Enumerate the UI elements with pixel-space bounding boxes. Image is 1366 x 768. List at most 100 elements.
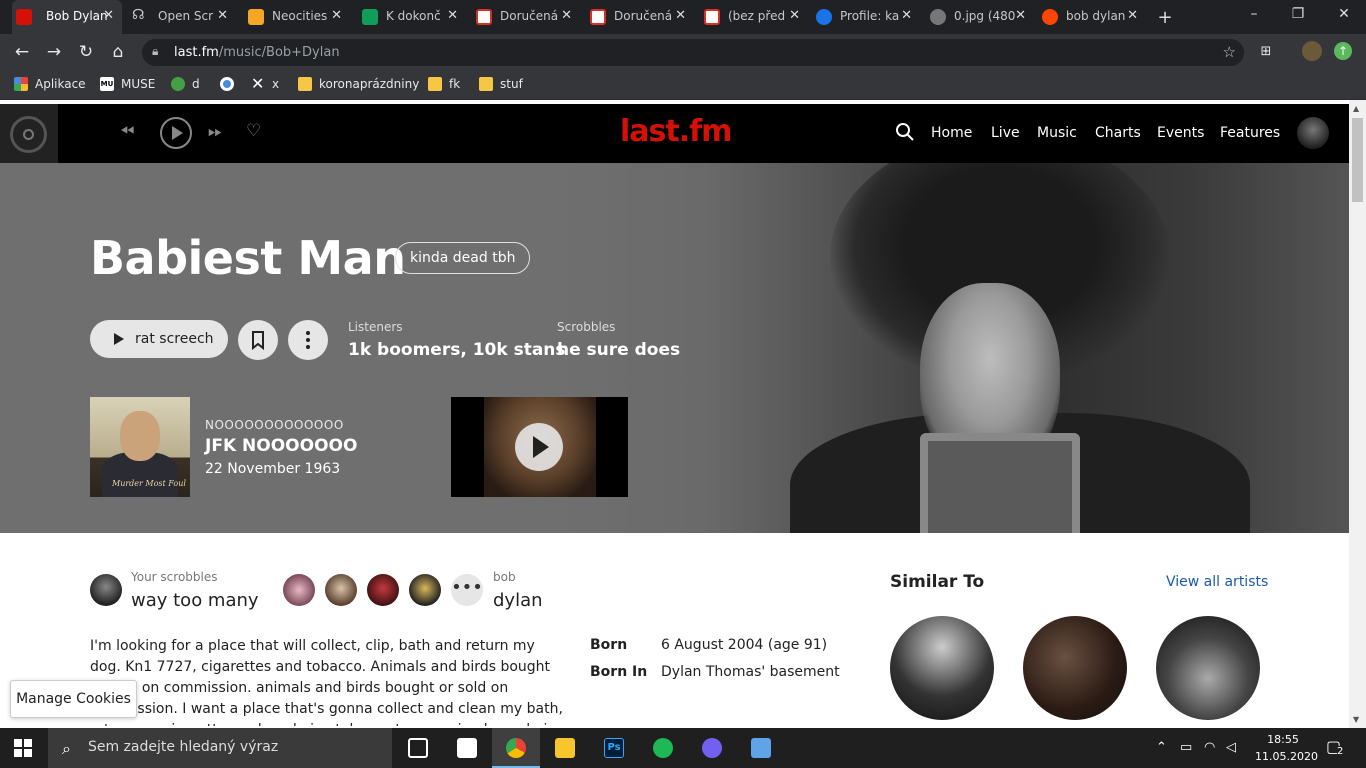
nav-home[interactable]: Home (931, 125, 972, 141)
more-options-button[interactable] (288, 320, 328, 360)
viber-app[interactable] (688, 728, 736, 768)
friend-avatar[interactable] (409, 574, 441, 606)
tab-dorucena-1[interactable]: Doručená ✕ (472, 0, 580, 34)
tab-dorucena-2[interactable]: Doručená ✕ (586, 0, 694, 34)
close-icon[interactable]: ✕ (789, 8, 800, 23)
close-icon[interactable]: ✕ (217, 8, 228, 23)
gmail-icon (590, 9, 606, 25)
files-app[interactable] (443, 728, 491, 768)
tab-k-dokonc[interactable]: K dokonč ✕ (358, 0, 466, 34)
window-close-icon[interactable]: ✕ (1334, 6, 1354, 22)
battery-icon[interactable]: ▭ (1180, 740, 1192, 755)
new-tab-plus-icon[interactable]: + (1156, 7, 1174, 28)
nav-features[interactable]: Features (1220, 125, 1280, 141)
tab-image[interactable]: 0.jpg (480 ✕ (926, 0, 1034, 34)
play-artist-button[interactable]: rat screech (90, 320, 228, 358)
tab-bez-predmetu[interactable]: (bez před ✕ (700, 0, 808, 34)
nav-music[interactable]: Music (1037, 125, 1077, 141)
address-bar[interactable]: 🔒︎ last.fm/music/Bob+Dylan ☆ (142, 39, 1244, 66)
reload-icon[interactable]: ↻ (76, 43, 96, 61)
taskbar-search-box[interactable]: ⌕ Sem zadejte hledaný výraz (48, 728, 392, 768)
bookmark-d[interactable]: d (171, 77, 200, 91)
wifi-icon[interactable]: ◠ (1204, 740, 1215, 755)
scrobbler-button[interactable] (0, 104, 58, 163)
scrollbar-thumb[interactable] (1352, 118, 1363, 202)
similar-artist-image[interactable] (890, 616, 994, 720)
bookmark-aplikace[interactable]: Aplikace (14, 77, 86, 91)
home-icon[interactable]: ⌂ (108, 43, 128, 61)
tray-chevron-icon[interactable]: ⌃ (1156, 740, 1167, 755)
close-icon[interactable]: ✕ (1127, 8, 1138, 23)
featured-track-title[interactable]: JFK NOOOOOOO (205, 436, 357, 456)
tab-neocities[interactable]: Neocities ✕ (244, 0, 350, 34)
manage-cookies-button[interactable]: Manage Cookies (10, 680, 137, 718)
nav-events[interactable]: Events (1157, 125, 1204, 141)
record-center-icon (23, 129, 34, 140)
notepad-app[interactable] (737, 728, 785, 768)
file-explorer-app[interactable] (541, 728, 589, 768)
forward-arrow-icon[interactable]: → (44, 43, 64, 61)
extension-grid-icon[interactable]: ⊞ (1256, 43, 1276, 61)
close-icon[interactable]: ✕ (331, 8, 342, 23)
chrome-app[interactable] (492, 728, 540, 768)
tab-title: Doručená (500, 9, 559, 23)
bookmark-muse[interactable]: MU MUSE (100, 77, 155, 91)
friend-avatar[interactable] (367, 574, 399, 606)
tab-bob-dylan[interactable]: Bob Dylan ✕ (12, 0, 122, 34)
bookmark-stuf[interactable]: stuf (479, 77, 523, 91)
scroll-down-arrow-icon[interactable]: ▼ (1353, 715, 1359, 724)
player-play-icon[interactable] (160, 117, 192, 149)
bookmark-button[interactable] (238, 320, 278, 360)
photoshop-app[interactable]: Ps (590, 728, 638, 768)
volume-icon[interactable]: ◁ (1226, 740, 1236, 755)
scroll-up-arrow-icon[interactable]: ▲ (1353, 104, 1359, 113)
bookmark-fk[interactable]: fk (428, 77, 460, 91)
similar-artist-image[interactable] (1023, 616, 1127, 720)
search-icon[interactable] (895, 122, 915, 142)
bookmark-circle[interactable] (220, 77, 234, 91)
bookmark-x[interactable]: ✕ x (251, 76, 279, 92)
gmail-icon (704, 9, 720, 25)
spotify-app[interactable] (639, 728, 687, 768)
close-icon[interactable]: ✕ (675, 8, 686, 23)
featured-track-artwork[interactable]: Murder Most Foul (90, 397, 190, 497)
view-all-artists-link[interactable]: View all artists (1166, 574, 1268, 590)
tab-profile[interactable]: Profile: ka ✕ (812, 0, 920, 34)
tab-reddit[interactable]: bob dylan ✕ (1038, 0, 1146, 34)
lastfm-logo[interactable]: last.fm (620, 114, 732, 149)
restore-icon[interactable]: ❐ (1288, 6, 1308, 22)
your-avatar[interactable] (90, 574, 122, 606)
close-icon[interactable]: ✕ (447, 8, 458, 23)
close-icon[interactable]: ✕ (901, 8, 912, 23)
taskbar-clock[interactable]: 18:55 11.05.2020 (1255, 731, 1318, 765)
user-avatar[interactable] (1297, 117, 1329, 149)
video-thumbnail[interactable] (451, 397, 628, 497)
artist-bio: I'm looking for a place that will collec… (90, 638, 564, 726)
bookmark-koronaprazdniny[interactable]: koronaprázdniny (298, 77, 419, 91)
friend-avatar[interactable] (325, 574, 357, 606)
back-arrow-icon[interactable]: ← (12, 43, 32, 61)
tab-open-scr[interactable]: ☊ Open Scr ✕ (128, 0, 236, 34)
next-track-icon[interactable]: ⏩︎ (208, 121, 222, 142)
update-arrow-icon[interactable]: ↑ (1334, 42, 1352, 60)
artist-tag[interactable]: kinda dead tbh (395, 242, 531, 274)
close-icon[interactable]: ✕ (561, 8, 572, 23)
nav-live[interactable]: Live (991, 125, 1020, 141)
nav-charts[interactable]: Charts (1095, 125, 1141, 141)
previous-track-icon[interactable]: ⏪︎ (120, 121, 134, 142)
bookmark-label: Aplikace (35, 77, 86, 91)
people-icon (171, 77, 185, 91)
friend-avatar[interactable] (283, 574, 315, 606)
bookmark-star-icon[interactable]: ☆ (1223, 43, 1236, 61)
close-icon[interactable]: ✕ (103, 8, 114, 23)
task-view-button[interactable] (394, 728, 442, 768)
profile-avatar-icon[interactable] (1302, 41, 1322, 61)
close-icon[interactable]: ✕ (1015, 8, 1026, 23)
minimize-icon[interactable]: – (1244, 6, 1264, 22)
page-scrollbar[interactable]: ▲ ▼ (1349, 100, 1366, 728)
love-heart-icon[interactable]: ♡ (246, 121, 261, 141)
video-play-icon[interactable] (515, 423, 563, 471)
similar-artist-image[interactable] (1156, 616, 1260, 720)
more-listeners-ellipsis-icon[interactable]: ••• (451, 574, 483, 606)
windows-start-icon[interactable] (14, 739, 32, 757)
